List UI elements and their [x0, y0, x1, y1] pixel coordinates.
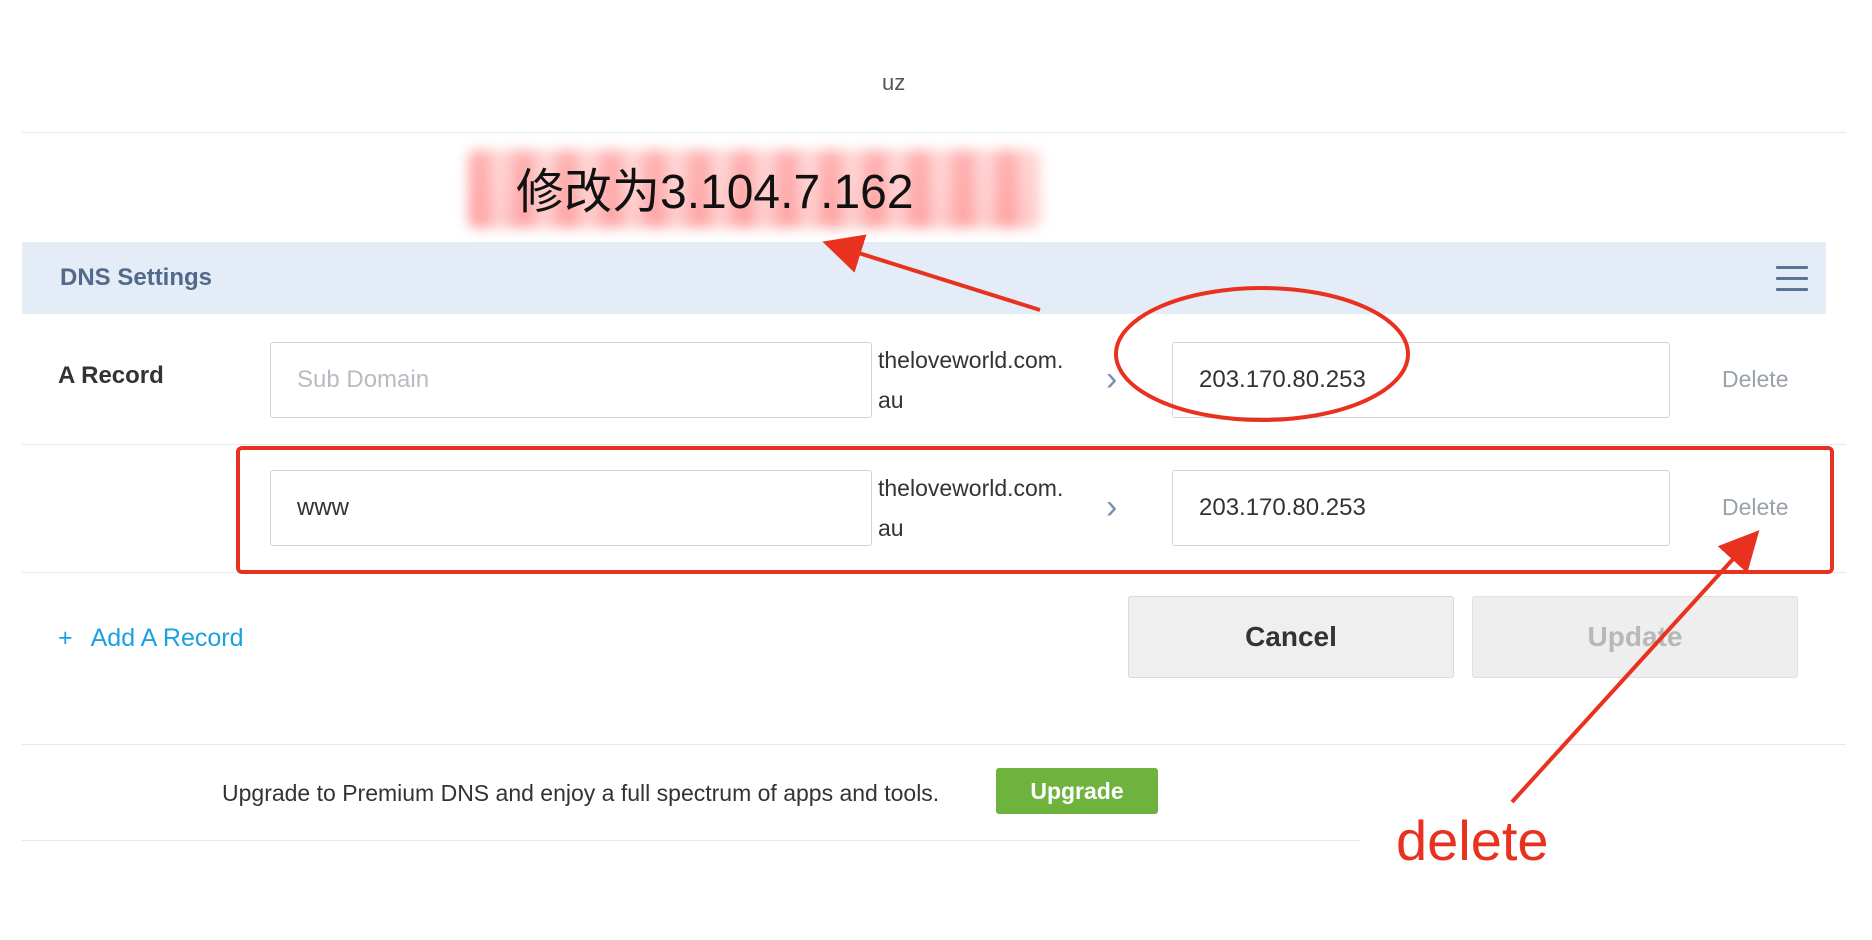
chevron-right-icon: › [1106, 360, 1118, 398]
annotation-change-ip-text: 修改为3.104.7.162 [516, 166, 914, 219]
subdomain-input[interactable] [270, 342, 872, 418]
delete-record-link[interactable]: Delete [1722, 366, 1788, 393]
delete-record-link[interactable]: Delete [1722, 494, 1788, 521]
divider [22, 444, 1846, 445]
dns-settings-title: DNS Settings [60, 264, 213, 291]
divider [22, 572, 1846, 573]
domain-suffix: theloveworld.com. au [878, 475, 1064, 541]
divider [22, 132, 1846, 133]
hamburger-menu-icon[interactable] [1776, 266, 1808, 292]
partial-text-fragment: uz [882, 70, 906, 95]
a-record-label: A Record [58, 362, 164, 389]
domain-suffix: theloveworld.com. au [878, 347, 1064, 413]
premium-dns-promo-text: Upgrade to Premium DNS and enjoy a full … [222, 780, 940, 806]
upgrade-button[interactable]: Upgrade [996, 768, 1158, 814]
plus-icon: + [58, 624, 73, 652]
subdomain-input[interactable] [270, 470, 872, 546]
divider [22, 744, 1846, 745]
ip-address-input[interactable] [1172, 470, 1670, 546]
cancel-button[interactable]: Cancel [1128, 596, 1454, 678]
dns-settings-header [22, 242, 1826, 314]
add-a-record-link[interactable]: + Add A Record [58, 624, 244, 653]
divider [22, 840, 1360, 841]
ip-address-input[interactable] [1172, 342, 1670, 418]
annotation-delete-text: delete [1396, 809, 1549, 872]
update-button[interactable]: Update [1472, 596, 1798, 678]
chevron-right-icon: › [1106, 488, 1118, 526]
